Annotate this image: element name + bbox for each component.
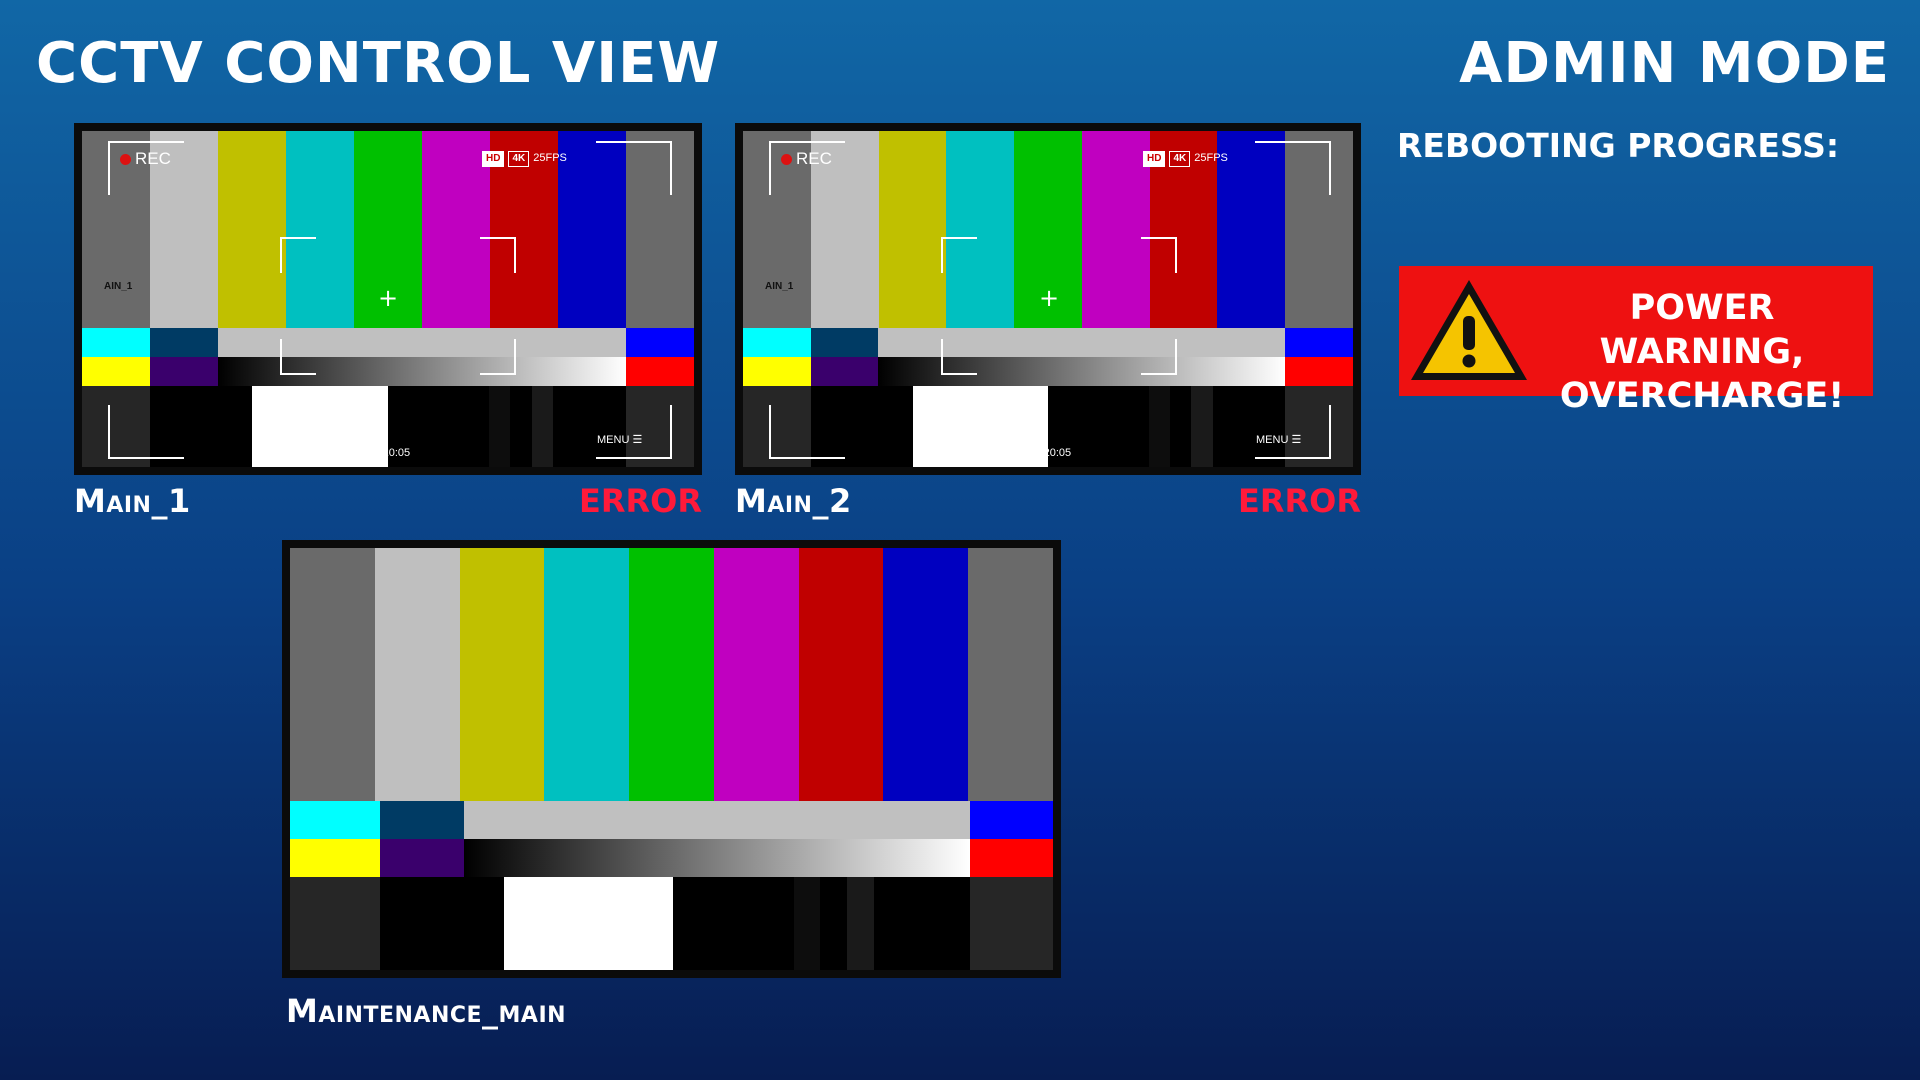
- overlay-camera-label: AIN_1: [765, 281, 794, 292]
- res-badge: 4K: [508, 151, 530, 167]
- fps-text: 25FPS: [1194, 152, 1228, 164]
- viewfinder-corner-icon: [108, 405, 184, 459]
- warning-triangle-icon: [1411, 280, 1527, 380]
- warning-text: POWER WARNING, OVERCHARGE!: [1535, 286, 1869, 418]
- camera-feed-main-1[interactable]: REC HD 4K 25FPS AIN_1 00:00:20:05 MENU ☰ +: [74, 123, 702, 475]
- viewfinder-corner-icon: [769, 141, 845, 195]
- camera-feed-maintenance-main[interactable]: [282, 540, 1061, 978]
- hd-badge: HD: [482, 151, 505, 167]
- rebooting-progress-label: REBOOTING PROGRESS:: [1397, 126, 1840, 165]
- viewfinder-corner-icon: [1255, 405, 1331, 459]
- viewfinder-corner-icon: [769, 405, 845, 459]
- crosshair-icon: +: [1039, 284, 1060, 312]
- crosshair-icon: +: [378, 284, 399, 312]
- viewfinder-corner-icon: [1255, 141, 1331, 195]
- focus-bracket-icon: [480, 339, 516, 375]
- viewfinder-corner-icon: [108, 141, 184, 195]
- mode-indicator: ADMIN MODE: [1459, 31, 1890, 96]
- timecode: 00:00:20:05: [1013, 447, 1072, 459]
- test-pattern-screen: REC HD 4K 25FPS AIN_1 00:00:20:05 MENU ☰ +: [743, 131, 1353, 467]
- format-indicator: HD 4K 25FPS: [482, 151, 567, 167]
- focus-bracket-icon: [280, 339, 316, 375]
- camera-label-main-2: Main_2: [735, 482, 852, 520]
- format-indicator: HD 4K 25FPS: [1143, 151, 1228, 167]
- warning-line-2: OVERCHARGE!: [1559, 376, 1845, 416]
- camera-label-main-1: Main_1: [74, 482, 191, 520]
- hd-badge: HD: [1143, 151, 1166, 167]
- warning-line-1: POWER WARNING,: [1599, 288, 1805, 372]
- focus-bracket-icon: [280, 237, 316, 273]
- fps-text: 25FPS: [533, 152, 567, 164]
- focus-bracket-icon: [1141, 339, 1177, 375]
- camera-label-maintenance-main: Maintenance_main: [286, 992, 567, 1030]
- viewfinder-corner-icon: [596, 141, 672, 195]
- res-badge: 4K: [1169, 151, 1191, 167]
- camera-feed-main-2[interactable]: REC HD 4K 25FPS AIN_1 00:00:20:05 MENU ☰ +: [735, 123, 1361, 475]
- timecode: 00:00:20:05: [352, 447, 411, 459]
- focus-bracket-icon: [941, 237, 977, 273]
- power-warning-banner: POWER WARNING, OVERCHARGE!: [1399, 266, 1873, 416]
- focus-bracket-icon: [941, 339, 977, 375]
- overlay-camera-label: AIN_1: [104, 281, 133, 292]
- focus-bracket-icon: [480, 237, 516, 273]
- camera-status-main-2: ERROR: [1238, 482, 1361, 520]
- camera-status-main-1: ERROR: [579, 482, 702, 520]
- focus-bracket-icon: [1141, 237, 1177, 273]
- test-pattern-screen: [290, 548, 1053, 970]
- viewfinder-corner-icon: [596, 405, 672, 459]
- test-pattern-screen: REC HD 4K 25FPS AIN_1 00:00:20:05 MENU ☰ +: [82, 131, 694, 467]
- page-title: CCTV CONTROL VIEW: [36, 31, 721, 96]
